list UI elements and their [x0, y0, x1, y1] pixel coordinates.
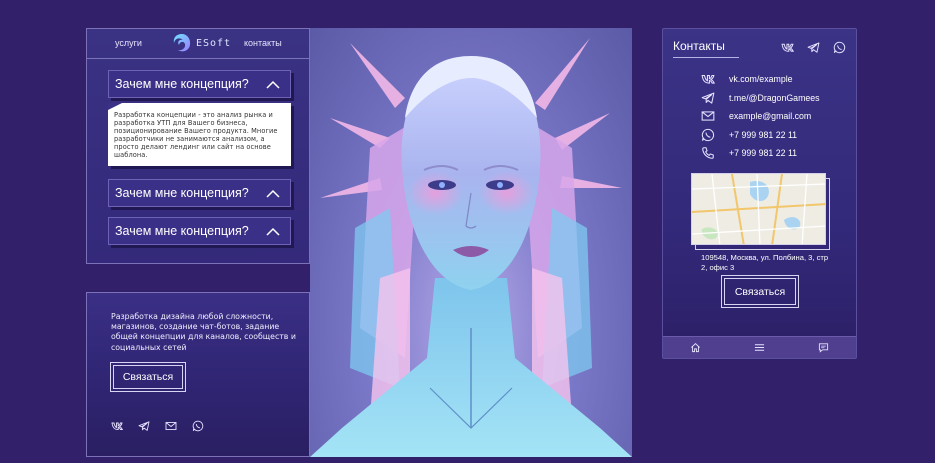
whatsapp-icon[interactable]: [833, 41, 846, 54]
contact-button[interactable]: Связаться: [721, 275, 799, 308]
accordion-title: Зачем мне концепция?: [115, 186, 249, 200]
hero-image: [310, 28, 632, 457]
corner-decoration: [108, 103, 122, 110]
telegram-icon: [701, 92, 715, 104]
whatsapp-icon[interactable]: [192, 420, 204, 432]
vk-icon[interactable]: [111, 420, 123, 432]
chat-icon[interactable]: [818, 342, 829, 353]
brand-name: ESoft: [196, 37, 232, 49]
contact-list: vk.com/example t.me/@DragonGamees exampl…: [701, 70, 820, 163]
panel-title: Контакты: [673, 39, 725, 53]
logo[interactable]: ESoft: [171, 32, 231, 54]
promo-text: Разработка дизайна любой сложности, мага…: [111, 312, 296, 352]
contact-vk[interactable]: vk.com/example: [701, 70, 820, 89]
contact-telegram[interactable]: t.me/@DragonGamees: [701, 89, 820, 108]
map-illustration: [692, 174, 825, 244]
mail-icon: [701, 111, 715, 121]
vk-icon[interactable]: [781, 41, 794, 54]
chevron-up-icon: [266, 227, 280, 236]
contact-phone[interactable]: +7 999 981 22 11: [701, 144, 820, 163]
telegram-icon[interactable]: [138, 420, 150, 432]
whatsapp-icon: [701, 128, 715, 141]
contact-value: t.me/@DragonGamees: [729, 92, 820, 103]
phone-icon: [702, 147, 714, 160]
location-map[interactable]: [691, 173, 826, 245]
top-nav: услуги ESoft контакты: [87, 29, 309, 59]
portrait-illustration: [310, 38, 632, 457]
contact-value: example@gmail.com: [729, 111, 812, 122]
accordion-title: Зачем мне концепция?: [115, 224, 249, 238]
bottom-tab-bar: [663, 336, 856, 358]
telegram-icon[interactable]: [807, 41, 820, 54]
faq-card: услуги ESoft контакты Зачем мне концепци…: [86, 28, 310, 264]
accordion-content: Разработка концепции - это анализ рынка …: [108, 103, 291, 166]
chevron-up-icon: [266, 80, 280, 89]
chevron-up-icon: [266, 189, 280, 198]
promo-card: Разработка дизайна любой сложности, мага…: [86, 292, 310, 457]
logo-icon: [173, 34, 191, 52]
panel-social-links: [781, 41, 846, 54]
contact-whatsapp[interactable]: +7 999 981 22 11: [701, 126, 820, 145]
social-links: [111, 420, 204, 432]
contact-value: +7 999 981 22 11: [729, 148, 798, 159]
nav-link-contacts[interactable]: контакты: [244, 38, 282, 48]
accordion-item-3[interactable]: Зачем мне концепция?: [108, 217, 291, 245]
accordion-title: Зачем мне концепция?: [115, 77, 249, 91]
vk-icon: [701, 75, 715, 84]
contact-email[interactable]: example@gmail.com: [701, 107, 820, 126]
menu-icon[interactable]: [754, 342, 765, 353]
contact-button[interactable]: Связаться: [110, 362, 186, 392]
accordion-item-1[interactable]: Зачем мне концепция?: [108, 70, 291, 98]
title-underline: [673, 57, 739, 58]
accordion-text: Разработка концепции - это анализ рынка …: [114, 111, 278, 160]
nav-link-services[interactable]: услуги: [115, 38, 142, 48]
contact-value: vk.com/example: [729, 74, 793, 85]
mail-icon[interactable]: [165, 420, 177, 432]
home-icon[interactable]: [690, 342, 701, 353]
contact-value: +7 999 981 22 11: [729, 129, 798, 140]
address-text: 109548, Москва, ул. Полбина, 3, стр 2, о…: [701, 253, 829, 272]
contacts-panel: Контакты vk.com/example t.me/@DragonGame…: [662, 28, 857, 359]
accordion-item-2[interactable]: Зачем мне концепция?: [108, 179, 291, 207]
